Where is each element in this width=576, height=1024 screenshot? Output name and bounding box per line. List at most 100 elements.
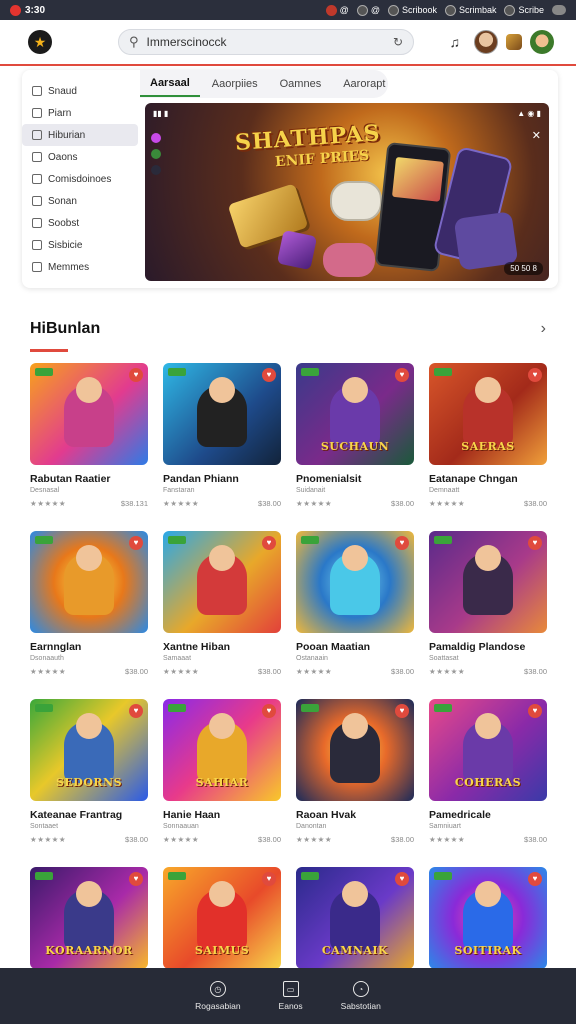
game-title[interactable]: Pamaldig Plandose: [429, 641, 547, 653]
favorite-icon[interactable]: ♥: [129, 368, 143, 382]
game-card[interactable]: ♥ SUCHAUN Pnomenialsit Suidanait ★★★★★ $38.00: [296, 363, 414, 531]
record-icon: [325, 4, 337, 16]
favorite-icon[interactable]: ♥: [262, 368, 276, 382]
game-logo-text: CAMNAIK: [321, 944, 389, 957]
expand-icon[interactable]: ✕: [532, 129, 541, 142]
new-tag-icon: [168, 872, 186, 880]
game-thumbnail[interactable]: ♥ SAHIAR: [163, 699, 281, 801]
game-card[interactable]: ♥ SAERAS Eatanape Chngan Demnaatt ★★★★★ $38.0…: [429, 363, 547, 531]
search-input[interactable]: [146, 35, 385, 49]
favorite-icon[interactable]: ♥: [528, 872, 542, 886]
game-card[interactable]: ♥ COHERAS Pamedricale Samniuart ★★★★★ $38.00: [429, 699, 547, 867]
user-avatar[interactable]: [474, 30, 498, 54]
profile-avatar[interactable]: [530, 30, 554, 54]
toggle-pill-icon[interactable]: [552, 5, 566, 15]
game-title[interactable]: Pandan Phiann: [163, 473, 281, 485]
bell-icon[interactable]: ♫: [450, 34, 461, 50]
tab-aarsaal[interactable]: Aarsaal: [140, 71, 200, 97]
game-developer: Suidanait: [296, 487, 326, 494]
game-icon[interactable]: [151, 133, 161, 143]
status-chip-shield: Scrimbak: [444, 4, 496, 16]
favorite-icon[interactable]: ♥: [395, 368, 409, 382]
antenna-icon: [504, 4, 516, 16]
game-thumbnail[interactable]: ♥: [296, 531, 414, 633]
game-title[interactable]: Xantne Hiban: [163, 641, 281, 653]
sidebar-item-oaons[interactable]: Oaons: [22, 146, 138, 168]
status-time: 3:30: [25, 4, 46, 16]
favorite-icon[interactable]: ♥: [528, 536, 542, 550]
sync-icon: [387, 4, 399, 16]
game-title[interactable]: Earnnglan: [30, 641, 148, 653]
game-card[interactable]: ♥ Pooan Maatian Ostanaain ★★★★★ $38.00: [296, 531, 414, 699]
game-card[interactable]: ♥ Pamaldig Plandose Soattasat ★★★★★ $38.00: [429, 531, 547, 699]
character-head-image: [76, 881, 102, 907]
game-thumbnail[interactable]: ♥ KORAARNOR: [30, 867, 148, 969]
game-thumbnail[interactable]: ♥: [30, 531, 148, 633]
reload-icon[interactable]: ↻: [393, 35, 403, 49]
game-card[interactable]: ♥ Earnnglan Dsonaauth ★★★★★ $38.00: [30, 531, 148, 699]
game-price: $38.00: [258, 667, 281, 676]
game-thumbnail[interactable]: ♥ COHERAS: [429, 699, 547, 801]
favorite-icon[interactable]: ♥: [129, 872, 143, 886]
sidebar-item-sisbicie[interactable]: Sisbicie: [22, 234, 138, 256]
clock-icon: ◷: [209, 981, 226, 997]
tab-aarorapt[interactable]: Aarorapt: [333, 71, 395, 97]
game-icon[interactable]: [151, 165, 161, 175]
chevron-right-icon[interactable]: ›: [541, 320, 546, 338]
favorite-icon[interactable]: ♥: [262, 704, 276, 718]
sidebar-item-sonan[interactable]: Sonan: [22, 190, 138, 212]
favorite-icon[interactable]: ♥: [528, 704, 542, 718]
favorite-icon[interactable]: ♥: [528, 368, 542, 382]
game-thumbnail[interactable]: ♥: [429, 531, 547, 633]
favorite-icon[interactable]: ♥: [129, 536, 143, 550]
game-title[interactable]: Eatanape Chngan: [429, 473, 547, 485]
sidebar-item-piarn[interactable]: Piarn: [22, 102, 138, 124]
sidebar-item-soobst[interactable]: Soobst: [22, 212, 138, 234]
game-thumbnail[interactable]: ♥: [163, 363, 281, 465]
game-developer: Danontan: [296, 823, 327, 830]
game-thumbnail[interactable]: ♥ SAIMUS: [163, 867, 281, 969]
game-card[interactable]: ♥ Pandan Phiann Fanstaran ★★★★★ $38.00: [163, 363, 281, 531]
game-card[interactable]: ♥ SEDORNS Kateanae Frantrag Sontaaet ★★★★★ $3…: [30, 699, 148, 867]
tab-oamnes[interactable]: Oamnes: [270, 71, 332, 97]
nav-item-rogasabian[interactable]: ◷ Rogasabian: [195, 981, 241, 1011]
game-title[interactable]: Pnomenialsit: [296, 473, 414, 485]
sidebar-item-snaud[interactable]: Snaud: [22, 80, 138, 102]
nav-item-sabstotian[interactable]: ◔ Sabstotian: [341, 981, 381, 1011]
game-thumbnail[interactable]: ♥ SOITIRAK: [429, 867, 547, 969]
star-logo-icon[interactable]: ★: [28, 30, 52, 54]
game-thumbnail[interactable]: ♥ CAMNAIK: [296, 867, 414, 969]
featured-banner[interactable]: ▮▮ ▮ ▲ ◉ ▮ ✕ SHATHPAS ENIF PRIES 50 50 8: [145, 103, 549, 281]
treasure-icon[interactable]: [506, 34, 522, 50]
favorite-icon[interactable]: ♥: [395, 704, 409, 718]
game-title[interactable]: Pooan Maatian: [296, 641, 414, 653]
game-card[interactable]: ♥ Raoan Hvak Danontan ★★★★★ $38.00: [296, 699, 414, 867]
favorite-icon[interactable]: ♥: [262, 872, 276, 886]
game-title[interactable]: Raoan Hvak: [296, 809, 414, 821]
game-thumbnail[interactable]: ♥: [296, 699, 414, 801]
game-thumbnail[interactable]: ♥ SAERAS: [429, 363, 547, 465]
game-title[interactable]: Hanie Haan: [163, 809, 281, 821]
game-title[interactable]: Pamedricale: [429, 809, 547, 821]
favorite-icon[interactable]: ♥: [395, 872, 409, 886]
game-card[interactable]: ♥ SAHIAR Hanie Haan Sonnaauan ★★★★★ $38.00: [163, 699, 281, 867]
game-card[interactable]: ♥ Xantne Hiban Samaaat ★★★★★ $38.00: [163, 531, 281, 699]
favorite-icon[interactable]: ♥: [129, 704, 143, 718]
nav-item-eanos[interactable]: ▭ Eanos: [279, 981, 303, 1011]
status-chip-globe: @: [356, 4, 380, 16]
game-title[interactable]: Rabutan Raatier: [30, 473, 148, 485]
game-thumbnail[interactable]: ♥ SEDORNS: [30, 699, 148, 801]
game-thumbnail[interactable]: ♥: [163, 531, 281, 633]
game-thumbnail[interactable]: ♥: [30, 363, 148, 465]
game-card[interactable]: ♥ Rabutan Raatier Desnasal ★★★★★ $38.131: [30, 363, 148, 531]
tab-aaorpiies[interactable]: Aaorpiies: [202, 71, 268, 97]
game-icon[interactable]: [151, 149, 161, 159]
game-thumbnail[interactable]: ♥ SUCHAUN: [296, 363, 414, 465]
sidebar-item-comisdoinoes[interactable]: Comisdoinoes: [22, 168, 138, 190]
sidebar-item-memmes[interactable]: Memmes: [22, 256, 138, 278]
sidebar-item-hiburian[interactable]: Hiburian: [22, 124, 138, 146]
favorite-icon[interactable]: ♥: [395, 536, 409, 550]
favorite-icon[interactable]: ♥: [262, 536, 276, 550]
search-bar[interactable]: ⚲ ↻: [118, 29, 414, 55]
game-title[interactable]: Kateanae Frantrag: [30, 809, 148, 821]
